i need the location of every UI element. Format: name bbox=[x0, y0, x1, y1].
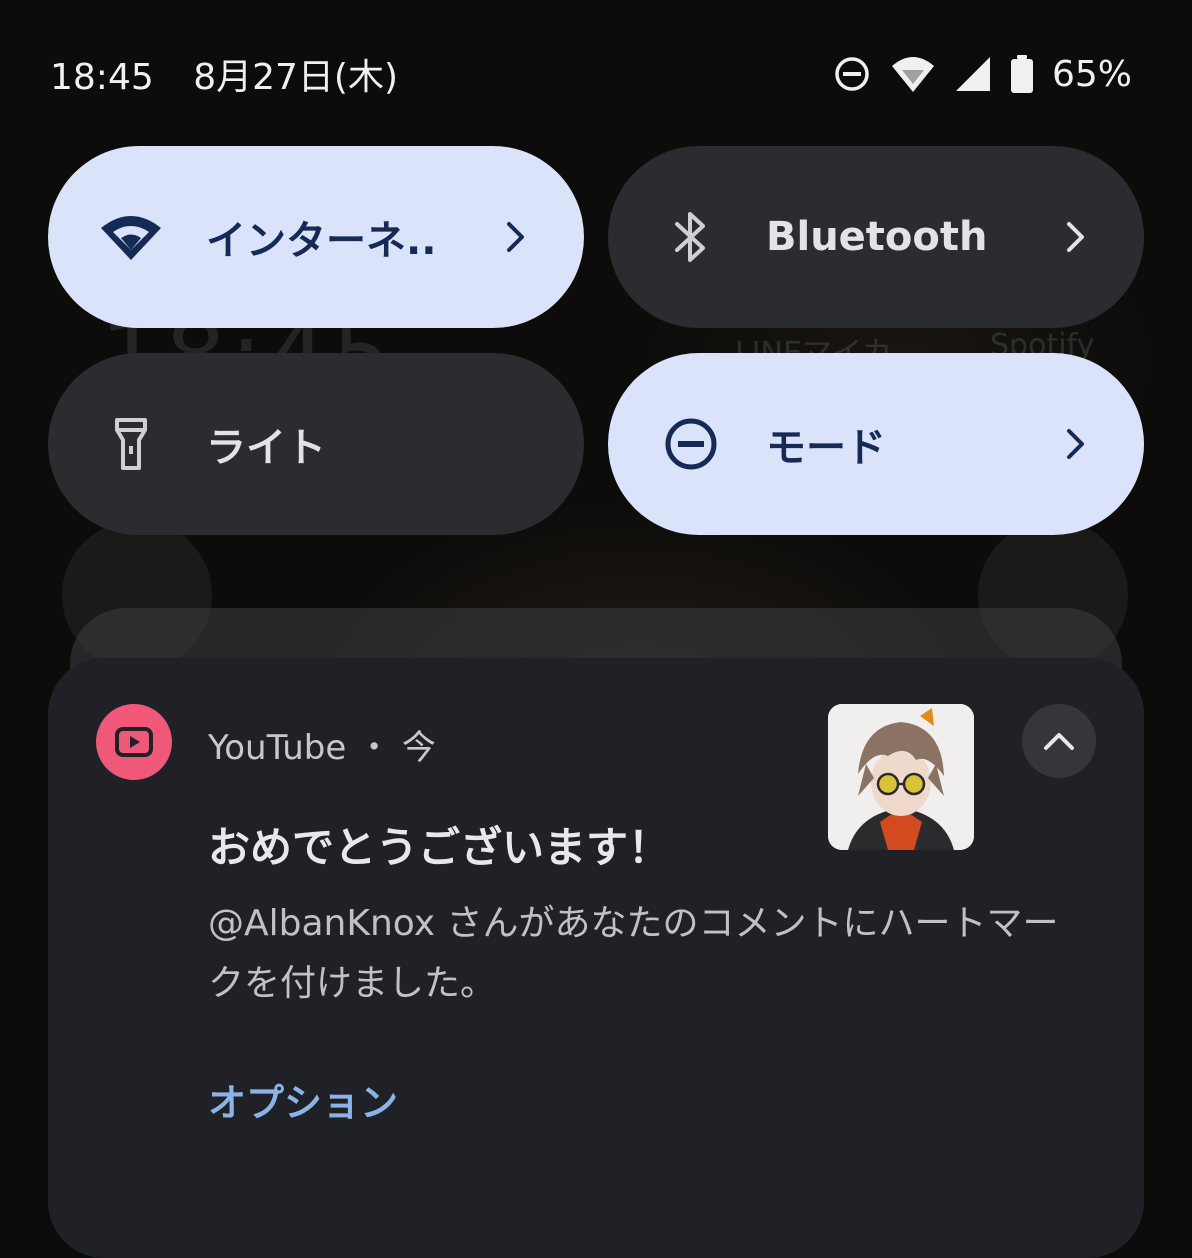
tile-bluetooth[interactable]: Bluetooth bbox=[608, 146, 1144, 328]
youtube-icon bbox=[96, 704, 172, 780]
options-button[interactable]: オプション bbox=[208, 1072, 398, 1127]
tile-internet[interactable]: インターネ.. bbox=[48, 146, 584, 328]
battery-percentage: 65% bbox=[1051, 53, 1132, 95]
tile-bluetooth-label: Bluetooth bbox=[766, 214, 988, 260]
signal-icon bbox=[954, 55, 992, 93]
collapse-button[interactable] bbox=[1022, 704, 1096, 778]
status-date: 8月27日(木) bbox=[193, 57, 399, 98]
status-bar: 18:45 8月27日(木) 65% bbox=[50, 46, 1132, 102]
tile-flashlight[interactable]: ライト bbox=[48, 353, 584, 535]
notification-app-name: YouTube bbox=[208, 728, 347, 768]
tile-flashlight-label: ライト bbox=[206, 425, 326, 471]
tile-internet-label: インターネ.. bbox=[206, 218, 437, 264]
flashlight-icon bbox=[96, 409, 166, 479]
notification-header: YouTube ・ 今 bbox=[208, 720, 436, 769]
notification-time: 今 bbox=[401, 728, 436, 768]
battery-icon bbox=[1010, 54, 1034, 94]
notification-title: おめでとうございます！ bbox=[208, 823, 671, 872]
avatar-thumbnail bbox=[828, 704, 974, 850]
status-right: 65% bbox=[832, 54, 1132, 95]
tile-dnd-mode[interactable]: モード bbox=[608, 353, 1144, 535]
status-time: 18:45 bbox=[50, 57, 154, 98]
chevron-right-icon bbox=[496, 220, 536, 254]
notification-body: @AlbanKnox さんがあなたのコメントにハートマークを付けました。 bbox=[208, 903, 1059, 1004]
tile-dnd-mode-label: モード bbox=[766, 425, 886, 471]
youtube-notification[interactable]: YouTube ・ 今 おめでとうございます！ @AlbanKnox さんがあな… bbox=[48, 658, 1144, 1258]
wifi-icon bbox=[96, 202, 166, 272]
notification-separator: ・ bbox=[357, 728, 392, 768]
bluetooth-icon bbox=[656, 202, 726, 272]
dnd-icon bbox=[656, 409, 726, 479]
chevron-right-icon bbox=[1056, 220, 1096, 254]
chevron-right-icon bbox=[1056, 427, 1096, 461]
dnd-icon bbox=[832, 54, 872, 94]
wifi-icon bbox=[890, 54, 936, 94]
chevron-up-icon bbox=[1044, 733, 1074, 750]
status-left: 18:45 8月27日(木) bbox=[50, 48, 426, 100]
